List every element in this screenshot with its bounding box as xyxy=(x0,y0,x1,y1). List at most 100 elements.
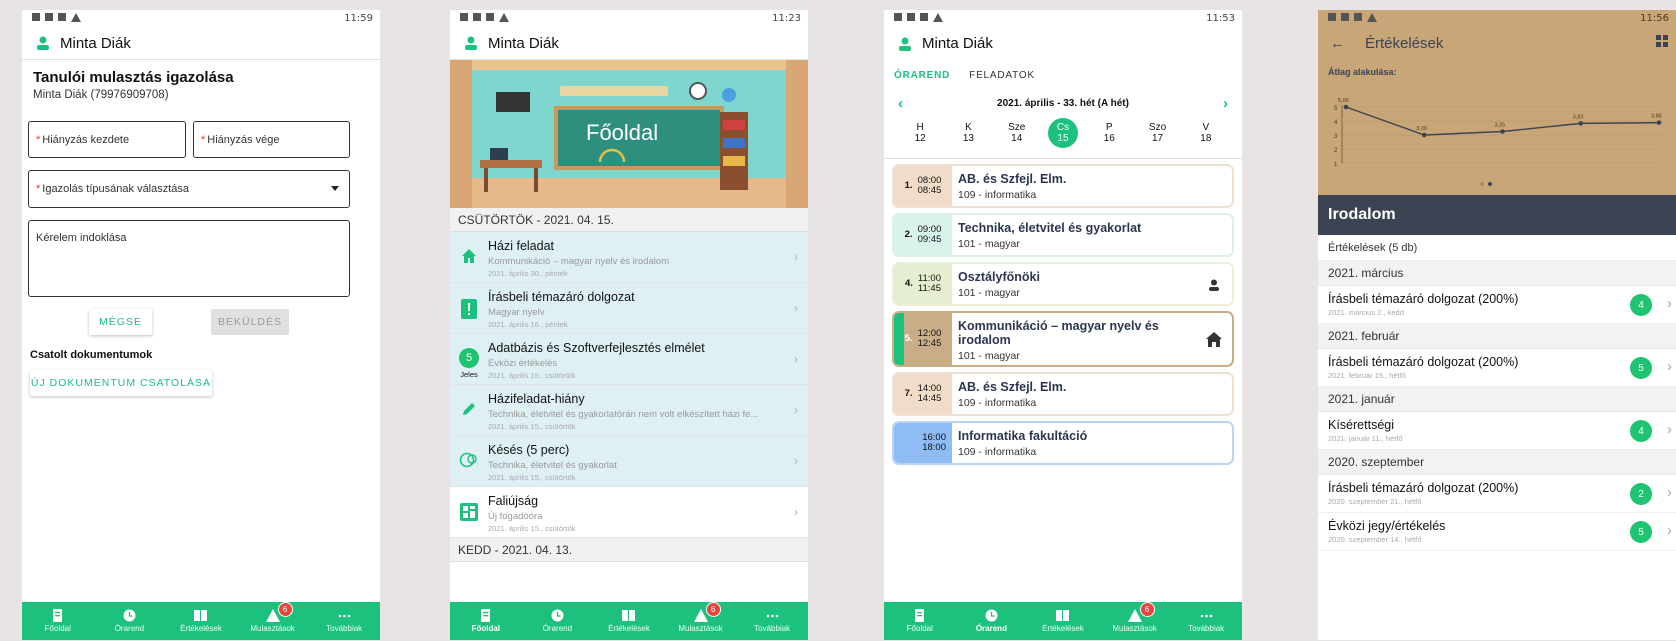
item-subtitle: Évközi értékelés xyxy=(488,358,558,369)
user-name: Minta Diák xyxy=(60,34,131,52)
tab-timetable[interactable]: ÓRAREND xyxy=(894,70,950,81)
grade-row[interactable]: Írásbeli témazáró dolgozat (200%) 2021. f… xyxy=(1318,349,1676,387)
item-date: 2021. április 15., csütörtök xyxy=(488,524,576,533)
verification-type-select[interactable]: * Igazolás típusának választása xyxy=(28,170,350,208)
nav-home[interactable]: Főoldal xyxy=(887,609,953,633)
item-title: Késés (5 perc) xyxy=(488,443,570,457)
tab-tasks[interactable]: FELADATOK xyxy=(969,70,1035,81)
clock-icon xyxy=(985,609,998,622)
lesson-name: AB. és Szfejl. Elm. xyxy=(958,380,1067,394)
y-tick-label: 4 xyxy=(1334,120,1338,126)
field-label: Hiányzás vége xyxy=(207,133,280,146)
pencil-icon xyxy=(450,385,488,435)
day-button[interactable]: K 13 xyxy=(951,122,985,144)
chevron-right-icon: › xyxy=(1667,484,1672,501)
nav-grades[interactable]: Értékelések xyxy=(596,609,662,633)
person-icon xyxy=(898,37,912,51)
lesson-card[interactable]: 4. 11:00 11:45 Osztályfőnöki 101 - magyar xyxy=(892,262,1234,306)
nav-home[interactable]: Főoldal xyxy=(25,609,91,633)
back-arrow-icon[interactable]: ← xyxy=(1330,35,1345,52)
average-chart: 5 4 3 2 1 5,00 3,00 3,25 3,83 3,88 xyxy=(1334,98,1663,168)
y-tick-label: 5 xyxy=(1334,106,1338,112)
nav-more[interactable]: Továbbiak xyxy=(311,609,377,633)
day-button[interactable]: V 18 xyxy=(1189,122,1223,144)
lesson-card[interactable]: 16:00 18:00 Informatika fakultáció 109 - i… xyxy=(892,421,1234,465)
lesson-name: Osztályfőnöki xyxy=(958,270,1040,284)
attach-document-button[interactable]: ÚJ DOKUMENTUM CSATOLÁSA xyxy=(30,370,212,396)
nav-home[interactable]: Főoldal xyxy=(453,609,519,633)
list-item[interactable]: Írásbeli témazáró dolgozat Magyar nyelv 20… xyxy=(450,283,808,334)
absence-start-field[interactable]: * Hiányzás kezdete xyxy=(28,121,186,158)
nav-timetable[interactable]: Órarend xyxy=(524,609,590,633)
lesson-card-current[interactable]: 5. 12:00 12:45 Kommunikáció – magyar nyelv… xyxy=(892,311,1234,367)
board-icon xyxy=(450,487,488,537)
status-bar: 11:53 xyxy=(884,10,1242,27)
day-button[interactable]: Sze 14 xyxy=(1000,122,1034,144)
nav-absences[interactable]: Mulasztások 6 xyxy=(668,602,734,633)
home-icon xyxy=(481,609,491,622)
next-week-icon[interactable]: › xyxy=(1223,95,1228,112)
item-date: 2021. április 16., péntek xyxy=(488,320,568,329)
grade-circle: 5 xyxy=(1630,357,1652,379)
nav-grades[interactable]: Értékelések xyxy=(168,609,234,633)
grade-row[interactable]: Írásbeli témazáró dolgozat (200%) 2020. s… xyxy=(1318,475,1676,513)
more-icon xyxy=(1200,614,1212,618)
user-name: Minta Diák xyxy=(922,35,993,52)
lesson-name: Technika, életvitel és gyakorlat xyxy=(958,221,1142,235)
list-item[interactable]: Faliújság Új fogadóóra 2021. április 15., … xyxy=(450,487,808,538)
nav-absences[interactable]: Mulasztások 6 xyxy=(1102,602,1168,633)
nav-absences[interactable]: Mulasztások 6 xyxy=(240,602,306,633)
item-title: Házi feladat xyxy=(488,239,555,253)
bottom-nav: Főoldal Órarend Értékelések Mulasztások 6… xyxy=(884,602,1242,640)
grid-view-icon[interactable] xyxy=(1656,34,1668,51)
lesson-room: 109 - informatika xyxy=(958,397,1037,409)
nav-timetable[interactable]: Órarend xyxy=(96,609,162,633)
lesson-card[interactable]: 1. 08:00 08:45 AB. és Szfejl. Elm. 109 - in… xyxy=(892,164,1234,208)
cancel-button[interactable]: MÉGSE xyxy=(89,309,152,335)
page-dots xyxy=(1480,182,1492,186)
page-title: Értékelések xyxy=(1365,35,1444,52)
grade-row[interactable]: Évközi jegy/értékelés 2020. szeptember 14… xyxy=(1318,513,1676,551)
attachments-title: Csatolt dokumentumok xyxy=(30,349,153,361)
bottom-nav: Főoldal Órarend Értékelések Mulasztások 6… xyxy=(450,602,808,640)
chevron-right-icon: › xyxy=(1667,358,1672,375)
list-item[interactable]: Késés (5 perc) Technika, életvitel és gya… xyxy=(450,436,808,487)
submit-button[interactable]: BEKÜLDÉS xyxy=(211,309,289,335)
prev-week-icon[interactable]: ‹ xyxy=(898,95,903,112)
item-date: 2021. április 15., csütörtök xyxy=(488,473,576,482)
month-header: 2020. szeptember xyxy=(1318,450,1676,475)
day-button[interactable]: H 12 xyxy=(903,122,937,144)
nav-grades[interactable]: Értékelések xyxy=(1030,609,1096,633)
list-item[interactable]: Házi feladat Kommunikáció – magyar nyelv … xyxy=(450,232,808,283)
lesson-card[interactable]: 2. 09:00 09:45 Technika, életvitel és gyak… xyxy=(892,213,1234,257)
subject-header: Irodalom xyxy=(1318,195,1676,235)
absence-end-field[interactable]: * Hiányzás vége xyxy=(193,121,350,158)
nav-more[interactable]: Továbbiak xyxy=(1173,609,1239,633)
field-label: Igazolás típusának választása xyxy=(42,183,190,195)
user-header[interactable]: Minta Diák xyxy=(22,27,380,60)
day-button[interactable]: Szo 17 xyxy=(1141,122,1175,144)
lesson-room: 109 - informatika xyxy=(958,446,1037,458)
day-header: KEDD - 2021. 04. 13. xyxy=(450,538,808,562)
grades-screen: 11:56 ← Értékelések Átlag alakulása: 5 4 3… xyxy=(1318,10,1676,640)
list-item[interactable]: Házifeladat-hiány Technika, életvitel és … xyxy=(450,385,808,436)
book-icon xyxy=(194,610,208,621)
data-label: 3,88 xyxy=(1651,114,1662,120)
nav-more[interactable]: Továbbiak xyxy=(739,609,805,633)
status-bar: 11:56 xyxy=(1318,10,1676,27)
reason-textarea[interactable]: Kérelem indoklása xyxy=(28,220,350,297)
user-header[interactable]: Minta Diák xyxy=(450,27,808,60)
grade-row[interactable]: Írásbeli témazáró dolgozat (200%) 2021. m… xyxy=(1318,286,1676,324)
user-header[interactable]: Minta Diák xyxy=(884,27,1242,60)
day-button-selected[interactable]: Cs 15 xyxy=(1047,118,1078,148)
day-button[interactable]: P 16 xyxy=(1092,122,1126,144)
data-label: 3,00 xyxy=(1416,126,1427,132)
status-bar: 11:23 xyxy=(450,10,808,27)
status-bar: 11:59 xyxy=(22,10,380,27)
grade-row[interactable]: Kísérettségi 2021. január 11., hétfő 4 › xyxy=(1318,412,1676,450)
lesson-card[interactable]: 7. 14:00 14:45 AB. és Szfejl. Elm. 109 - in… xyxy=(892,372,1234,416)
dropdown-arrow-icon xyxy=(331,186,339,191)
book-icon xyxy=(622,610,636,621)
nav-timetable[interactable]: Órarend xyxy=(958,609,1024,633)
list-item[interactable]: 5 Jeles Adatbázis és Szoftverfejlesztés … xyxy=(450,334,808,385)
